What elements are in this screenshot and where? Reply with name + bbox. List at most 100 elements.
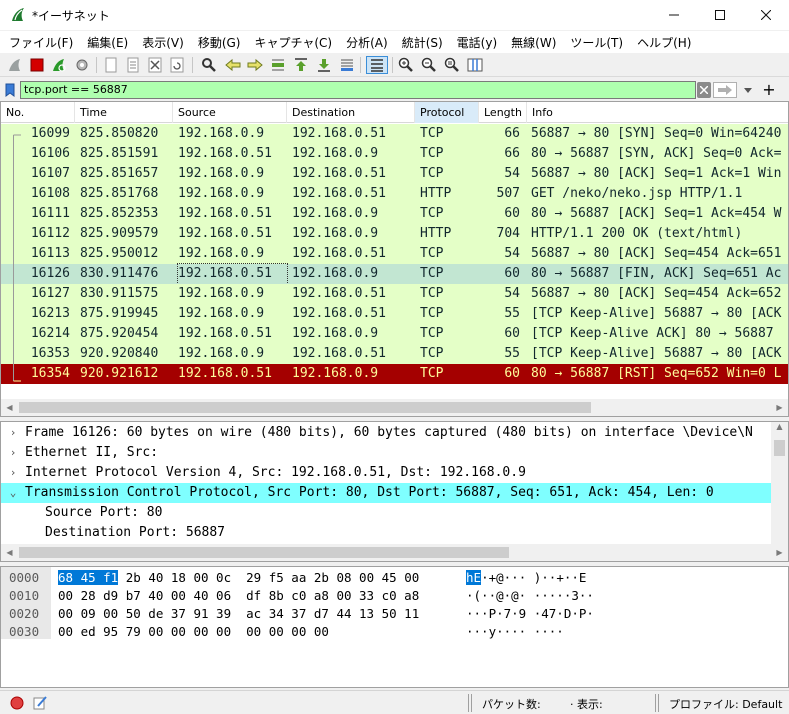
column-protocol[interactable]: Protocol: [415, 102, 479, 123]
scroll-thumb[interactable]: [774, 440, 785, 456]
packet-list-hscrollbar[interactable]: ◀ ▶: [1, 399, 788, 416]
hex-line[interactable]: 00 ed 95 79 00 00 00 00 00 00 00 00: [58, 623, 329, 641]
packet-cell-src: 192.168.0.51: [178, 206, 272, 221]
column-length[interactable]: Length: [479, 102, 527, 123]
packet-row[interactable]: 16354 920.921612 192.168.0.51 192.168.0.9 TC…: [1, 364, 788, 384]
scroll-left-icon[interactable]: ◀: [1, 544, 18, 561]
scroll-right-icon[interactable]: ▶: [771, 399, 788, 416]
column-no[interactable]: No.: [1, 102, 75, 123]
ascii-line[interactable]: ···y···· ····: [466, 623, 564, 641]
chevron-right-icon[interactable]: ›: [7, 423, 19, 443]
first-packet-button[interactable]: [292, 56, 310, 74]
scroll-thumb[interactable]: [19, 547, 509, 558]
packet-row[interactable]: 16113 825.950012 192.168.0.9 192.168.0.51 TC…: [1, 244, 788, 264]
hex-selected[interactable]: 68 45 f1: [58, 570, 119, 585]
column-destination[interactable]: Destination: [287, 102, 415, 123]
ascii-selected[interactable]: hE: [466, 570, 482, 585]
menu-analyze[interactable]: 分析(A): [341, 31, 393, 53]
menu-go[interactable]: 移動(G): [193, 31, 246, 53]
chevron-right-icon[interactable]: ›: [7, 443, 19, 463]
ascii-line[interactable]: hE·+@··· )··+··E: [466, 569, 586, 587]
resize-columns-button[interactable]: [466, 56, 484, 74]
minimize-button[interactable]: [651, 0, 697, 30]
zoom-in-button[interactable]: [397, 56, 415, 74]
menu-wireless[interactable]: 無線(W): [506, 31, 561, 53]
apply-filter-button[interactable]: [713, 82, 737, 98]
menu-statistics[interactable]: 統計(S): [397, 31, 448, 53]
scroll-left-icon[interactable]: ◀: [1, 399, 18, 416]
column-source[interactable]: Source: [173, 102, 287, 123]
ascii-line[interactable]: ···P·7·9 ·47·D·P·: [466, 605, 594, 623]
reload-icon: [170, 57, 184, 73]
normal-size-button[interactable]: [443, 56, 461, 74]
packet-row[interactable]: 16099 825.850820 192.168.0.9 192.168.0.51 TC…: [1, 124, 788, 144]
packet-row[interactable]: 16127 830.911575 192.168.0.9 192.168.0.51 TC…: [1, 284, 788, 304]
colorize-button[interactable]: [366, 56, 388, 74]
detail-frame[interactable]: › Frame 16126: 60 bytes on wire (480 bit…: [1, 423, 773, 443]
packet-cell-src: 192.168.0.51: [178, 366, 272, 381]
detail-tcp[interactable]: ⌄ Transmission Control Protocol, Src Por…: [1, 483, 773, 503]
close-window-button[interactable]: [743, 0, 789, 30]
file-icon: [105, 57, 117, 73]
packet-row[interactable]: 16126 830.911476 192.168.0.51 192.168.0.9 TC…: [1, 263, 788, 285]
packet-row[interactable]: 16214 875.920454 192.168.0.51 192.168.0.9 TC…: [1, 324, 788, 344]
details-hscrollbar[interactable]: ◀ ▶: [1, 544, 788, 561]
detail-ethernet[interactable]: › Ethernet II, Src:: [1, 443, 773, 463]
detail-ipv4[interactable]: › Internet Protocol Version 4, Src: 192.…: [1, 463, 773, 483]
packet-row[interactable]: 16112 825.909579 192.168.0.51 192.168.0.9 HT…: [1, 224, 788, 244]
save-file-button[interactable]: [124, 56, 142, 74]
display-filter-input[interactable]: tcp.port == 56887: [20, 81, 696, 99]
start-capture-button[interactable]: [6, 56, 24, 74]
auto-scroll-button[interactable]: [338, 56, 356, 74]
chevron-down-icon[interactable]: ⌄: [7, 483, 19, 503]
hex-line[interactable]: 00 28 d9 b7 40 00 40 06 df 8b c0 a8 00 3…: [58, 587, 419, 605]
reload-file-button[interactable]: [168, 56, 186, 74]
menu-help[interactable]: ヘルプ(H): [632, 31, 696, 53]
last-packet-button[interactable]: [315, 56, 333, 74]
recent-filters-dropdown[interactable]: [738, 82, 758, 98]
status-profile[interactable]: プロファイル: Default: [669, 696, 782, 712]
menu-file[interactable]: ファイル(F): [4, 31, 78, 53]
bookmark-icon[interactable]: [4, 83, 16, 97]
add-filter-button-plus-icon[interactable]: +: [760, 80, 778, 100]
menu-tools[interactable]: ツール(T): [565, 31, 628, 53]
restart-capture-button[interactable]: [50, 56, 68, 74]
detail-tcp-destination-port[interactable]: Destination Port: 56887: [1, 523, 773, 543]
menu-edit[interactable]: 編集(E): [82, 31, 133, 53]
zoom-out-button[interactable]: [420, 56, 438, 74]
go-to-packet-button[interactable]: [269, 56, 287, 74]
detail-tcp-source-port[interactable]: Source Port: 80: [1, 503, 773, 523]
go-back-button[interactable]: [224, 56, 242, 74]
scroll-right-icon[interactable]: ▶: [771, 544, 788, 561]
packet-row[interactable]: 16353 920.920840 192.168.0.9 192.168.0.51 TC…: [1, 344, 788, 364]
expert-info-icon[interactable]: [10, 696, 24, 710]
packet-row[interactable]: 16108 825.851768 192.168.0.9 192.168.0.51 HT…: [1, 184, 788, 204]
byte-offset: 0030: [9, 624, 40, 639]
find-packet-button[interactable]: [200, 56, 218, 74]
maximize-button[interactable]: [697, 0, 743, 30]
open-file-button[interactable]: [102, 56, 120, 74]
ascii-line[interactable]: ·(··@·@· ·····3··: [466, 587, 594, 605]
close-file-button[interactable]: [146, 56, 164, 74]
scroll-up-icon[interactable]: ▲: [771, 422, 788, 436]
hex-line[interactable]: 68 45 f1 2b 40 18 00 0c 29 f5 aa 2b 08 0…: [58, 569, 419, 587]
capture-options-button[interactable]: [73, 56, 91, 74]
edit-comment-icon[interactable]: [32, 695, 48, 711]
packet-row[interactable]: 16106 825.851591 192.168.0.51 192.168.0.9 TC…: [1, 144, 788, 164]
hex-line[interactable]: 00 09 00 50 de 37 91 39 ac 34 37 d7 44 1…: [58, 605, 419, 623]
details-vscrollbar[interactable]: ▲: [771, 422, 788, 544]
packet-row[interactable]: 16111 825.852353 192.168.0.51 192.168.0.9 TC…: [1, 204, 788, 224]
scroll-thumb[interactable]: [19, 402, 591, 413]
menu-capture[interactable]: キャプチャ(C): [249, 31, 337, 53]
packet-row[interactable]: 16107 825.851657 192.168.0.9 192.168.0.51 TC…: [1, 164, 788, 184]
clear-filter-button[interactable]: [697, 82, 711, 98]
go-forward-button[interactable]: [246, 56, 264, 74]
stop-capture-button[interactable]: [28, 56, 46, 74]
menu-view[interactable]: 表示(V): [137, 31, 189, 53]
column-info[interactable]: Info: [527, 102, 788, 123]
chevron-right-icon[interactable]: ›: [7, 463, 19, 483]
packet-row[interactable]: 16213 875.919945 192.168.0.9 192.168.0.51 TC…: [1, 304, 788, 324]
packet-cell-info: 56887 → 80 [ACK] Seq=454 Ack=652: [531, 286, 782, 301]
column-time[interactable]: Time: [75, 102, 173, 123]
menu-telephony[interactable]: 電話(y): [452, 31, 502, 53]
